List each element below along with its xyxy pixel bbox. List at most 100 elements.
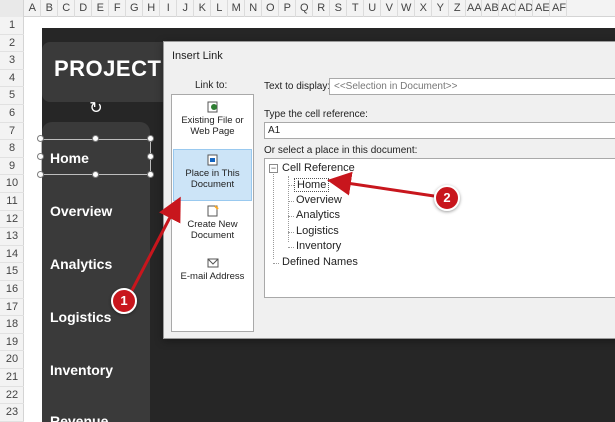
row-header-8[interactable]: 8 xyxy=(0,140,24,158)
column-header-v[interactable]: V xyxy=(382,0,398,17)
row-header-21[interactable]: 21 xyxy=(0,369,24,387)
row-header-7[interactable]: 7 xyxy=(0,123,24,141)
cell-reference-label: Type the cell reference: xyxy=(264,109,368,120)
rotate-handle-icon[interactable]: ↻ xyxy=(87,100,105,118)
row-header-11[interactable]: 11 xyxy=(0,193,24,211)
row-header-18[interactable]: 18 xyxy=(0,316,24,334)
resize-handle[interactable] xyxy=(37,153,44,160)
row-header-1[interactable]: 1 xyxy=(0,17,24,35)
existing-file-icon xyxy=(207,101,217,113)
column-header-i[interactable]: I xyxy=(161,0,177,17)
nav-item-inventory[interactable]: Inventory xyxy=(50,362,113,378)
select-all-corner[interactable] xyxy=(0,0,24,17)
email-icon xyxy=(207,258,218,268)
tree-item-home[interactable]: Home xyxy=(294,178,330,192)
row-header-10[interactable]: 10 xyxy=(0,175,24,193)
resize-handle[interactable] xyxy=(92,171,99,178)
column-header-u[interactable]: U xyxy=(365,0,381,17)
tree-connector xyxy=(273,174,274,259)
column-header-x[interactable]: X xyxy=(416,0,432,17)
column-header-m[interactable]: M xyxy=(229,0,245,17)
column-header-ad[interactable]: AD xyxy=(518,0,533,17)
column-header-t[interactable]: T xyxy=(348,0,364,17)
row-header-16[interactable]: 16 xyxy=(0,281,24,299)
column-header-z[interactable]: Z xyxy=(450,0,466,17)
create-new-document-label: Create New Document xyxy=(187,219,238,241)
column-header-l[interactable]: L xyxy=(212,0,228,17)
email-address-button[interactable]: E-mail Address xyxy=(173,253,252,305)
column-header-r[interactable]: R xyxy=(314,0,330,17)
row-header-6[interactable]: 6 xyxy=(0,105,24,123)
row-header-3[interactable]: 3 xyxy=(0,52,24,70)
column-header-af[interactable]: AF xyxy=(552,0,567,17)
place-in-document-button[interactable]: Place in This Document xyxy=(173,149,252,201)
row-header-15[interactable]: 15 xyxy=(0,263,24,281)
row-header-13[interactable]: 13 xyxy=(0,228,24,246)
tree-item-logistics[interactable]: Logistics xyxy=(296,225,339,237)
tree-item-overview[interactable]: Overview xyxy=(296,194,342,206)
column-header-w[interactable]: W xyxy=(399,0,415,17)
document-place-tree[interactable]: − Cell Reference Home Overview Analytics… xyxy=(264,158,615,298)
resize-handle[interactable] xyxy=(147,135,154,142)
text-to-display-input[interactable]: <<Selection in Document>> xyxy=(329,78,615,95)
column-header-h[interactable]: H xyxy=(144,0,160,17)
place-in-document-icon xyxy=(207,154,217,166)
resize-handle[interactable] xyxy=(92,135,99,142)
place-in-document-label: Place in This Document xyxy=(185,168,240,190)
row-header-14[interactable]: 14 xyxy=(0,246,24,264)
row-header-22[interactable]: 22 xyxy=(0,387,24,405)
row-header-19[interactable]: 19 xyxy=(0,334,24,352)
column-header-s[interactable]: S xyxy=(331,0,347,17)
shape-selection-box[interactable] xyxy=(41,139,151,175)
row-header-12[interactable]: 12 xyxy=(0,211,24,229)
create-new-document-button[interactable]: Create New Document xyxy=(173,201,252,253)
tree-item-cell-reference[interactable]: Cell Reference xyxy=(282,162,355,174)
row-header-5[interactable]: 5 xyxy=(0,87,24,105)
resize-handle[interactable] xyxy=(37,171,44,178)
row-header-23[interactable]: 23 xyxy=(0,404,24,422)
column-header-ab[interactable]: AB xyxy=(484,0,499,17)
tree-item-analytics[interactable]: Analytics xyxy=(296,209,340,221)
column-header-p[interactable]: P xyxy=(280,0,296,17)
column-header-n[interactable]: N xyxy=(246,0,262,17)
column-header-o[interactable]: O xyxy=(263,0,279,17)
resize-handle[interactable] xyxy=(147,153,154,160)
tree-item-inventory[interactable]: Inventory xyxy=(296,240,341,252)
column-header-bar: A B C D E F G H I J K L M N O P Q R S T U V W X Y Z AA AB AC AD AE AF xyxy=(0,0,615,17)
column-header-b[interactable]: B xyxy=(42,0,58,17)
row-header-2[interactable]: 2 xyxy=(0,35,24,53)
nav-item-analytics[interactable]: Analytics xyxy=(50,256,112,272)
column-header-g[interactable]: G xyxy=(127,0,143,17)
row-header-20[interactable]: 20 xyxy=(0,351,24,369)
tree-item-defined-names[interactable]: Defined Names xyxy=(282,256,358,268)
column-header-c[interactable]: C xyxy=(59,0,75,17)
tree-connector xyxy=(288,216,294,217)
column-header-ae[interactable]: AE xyxy=(535,0,550,17)
resize-handle[interactable] xyxy=(37,135,44,142)
column-header-d[interactable]: D xyxy=(76,0,92,17)
collapse-icon[interactable]: − xyxy=(269,164,278,173)
nav-item-overview[interactable]: Overview xyxy=(50,203,112,219)
column-header-a[interactable]: A xyxy=(25,0,41,17)
column-header-q[interactable]: Q xyxy=(297,0,313,17)
column-header-aa[interactable]: AA xyxy=(467,0,482,17)
tree-connector xyxy=(288,247,294,248)
existing-file-label: Existing File or Web Page xyxy=(181,115,244,137)
column-header-y[interactable]: Y xyxy=(433,0,449,17)
row-header-4[interactable]: 4 xyxy=(0,70,24,88)
existing-file-button[interactable]: Existing File or Web Page xyxy=(173,97,252,149)
nav-item-logistics[interactable]: Logistics xyxy=(50,309,111,325)
nav-item-revenue[interactable]: Revenue xyxy=(50,413,108,422)
cell-reference-input[interactable]: A1 xyxy=(264,122,615,139)
tree-connector xyxy=(273,263,279,264)
row-header-17[interactable]: 17 xyxy=(0,299,24,317)
column-header-e[interactable]: E xyxy=(93,0,109,17)
column-header-ac[interactable]: AC xyxy=(501,0,516,17)
resize-handle[interactable] xyxy=(147,171,154,178)
row-header-9[interactable]: 9 xyxy=(0,158,24,176)
text-to-display-label: Text to display: xyxy=(264,81,331,92)
dialog-title: Insert Link xyxy=(172,50,223,62)
column-header-k[interactable]: K xyxy=(195,0,211,17)
column-header-j[interactable]: J xyxy=(178,0,194,17)
column-header-f[interactable]: F xyxy=(110,0,126,17)
